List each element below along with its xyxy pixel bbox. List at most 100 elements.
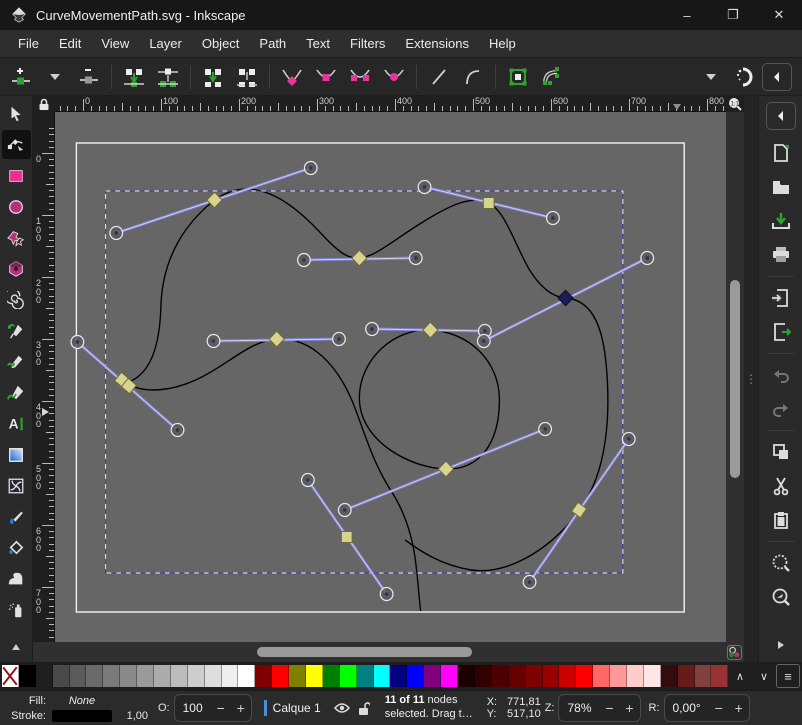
zoom-plus-button[interactable]: + [620, 695, 640, 721]
zoom-1-1-button[interactable]: 1:1 [726, 96, 744, 112]
collapse-toolbar-button[interactable] [762, 63, 792, 91]
swatch-#cdcdcd[interactable] [188, 665, 205, 687]
swatch-#804040[interactable] [695, 665, 712, 687]
menu-object[interactable]: Object [192, 31, 250, 56]
undo-button[interactable] [765, 360, 797, 390]
swatch-#4d0000[interactable] [492, 665, 509, 687]
swatch-#9a9a9a[interactable] [137, 665, 154, 687]
symmetric-node-button[interactable] [343, 62, 377, 92]
swatch-#ababab[interactable] [154, 665, 171, 687]
path-node-10[interactable] [341, 532, 352, 543]
canvas[interactable] [55, 112, 726, 642]
pen-tool[interactable] [2, 316, 31, 345]
swatch-#ff6666[interactable] [593, 665, 610, 687]
layer-lock-toggle[interactable] [353, 697, 375, 719]
swatch-#330d0d[interactable] [661, 665, 678, 687]
lock-guides-button[interactable] [33, 96, 55, 112]
insert-node-button[interactable] [4, 62, 38, 92]
minimize-button[interactable]: – [664, 0, 710, 30]
swatch-none[interactable] [2, 665, 19, 687]
copy-button[interactable] [765, 437, 797, 467]
fill-value[interactable]: None [52, 695, 112, 707]
opacity-minus-button[interactable]: − [211, 695, 231, 721]
swatch-#808000[interactable] [289, 665, 306, 687]
swatch-#993333[interactable] [711, 665, 728, 687]
palette-config-button[interactable]: ≡ [776, 664, 800, 688]
swatch-#ff9999[interactable] [610, 665, 627, 687]
swatch-#008080[interactable] [357, 665, 374, 687]
print-button[interactable] [765, 240, 797, 270]
rotation-spinner[interactable]: 0,00° − + [664, 694, 750, 722]
swatch-#ffcccc[interactable] [627, 665, 644, 687]
opacity-spinner[interactable]: 100 − + [174, 694, 252, 722]
palette-scroll-up-button[interactable]: ∧ [728, 664, 752, 688]
more-tools-button[interactable] [2, 632, 31, 661]
swatch-#7a7a7a[interactable] [103, 665, 120, 687]
rectangle-tool[interactable] [2, 161, 31, 190]
menu-file[interactable]: File [8, 31, 49, 56]
swatch-#bcbcbc[interactable] [171, 665, 188, 687]
swatch-#0000ff[interactable] [407, 665, 424, 687]
tweak-tool[interactable] [2, 564, 31, 593]
path-node-2[interactable] [483, 198, 494, 209]
open-document-button[interactable] [765, 172, 797, 202]
collapse-commands-button[interactable] [766, 102, 796, 130]
swatch-#800080[interactable] [424, 665, 441, 687]
menu-layer[interactable]: Layer [139, 31, 192, 56]
swatch-#ff00ff[interactable] [441, 665, 458, 687]
palette-scroll-down-button[interactable]: ∨ [752, 664, 776, 688]
swatch-#1f1f1f[interactable] [36, 665, 53, 687]
menu-text[interactable]: Text [296, 31, 340, 56]
mesh-gradient-tool[interactable] [2, 471, 31, 500]
swatch-#660000[interactable] [509, 665, 526, 687]
vertical-scrollbar[interactable] [726, 112, 744, 642]
menu-path[interactable]: Path [249, 31, 296, 56]
line-segment-button[interactable] [422, 62, 456, 92]
break-nodes-button[interactable] [196, 62, 230, 92]
curve-segment-button[interactable] [456, 62, 490, 92]
smooth-node-button[interactable] [309, 62, 343, 92]
paint-bucket-tool[interactable] [2, 533, 31, 562]
swatch-#ffff00[interactable] [306, 665, 323, 687]
delete-node-button[interactable] [72, 62, 106, 92]
swatch-#00ff00[interactable] [340, 665, 357, 687]
join-with-segment-button[interactable] [151, 62, 185, 92]
insert-node-dropdown[interactable] [38, 62, 72, 92]
fill-stroke-indicator[interactable]: Fill: None Stroke: 1,00 [0, 693, 148, 723]
more-commands-button[interactable] [765, 630, 797, 660]
swatch-#efefef[interactable] [222, 665, 239, 687]
swatch-#cc0000[interactable] [559, 665, 576, 687]
swatch-#000000[interactable] [19, 665, 36, 687]
swatch-#008000[interactable] [323, 665, 340, 687]
box-3d-tool[interactable] [2, 254, 31, 283]
stroke-color-swatch[interactable] [52, 710, 112, 722]
swatch-#990000[interactable] [543, 665, 560, 687]
paste-button[interactable] [765, 505, 797, 535]
menu-help[interactable]: Help [479, 31, 526, 56]
corner-node-button[interactable] [275, 62, 309, 92]
swatch-#6a6a6a[interactable] [86, 665, 103, 687]
maximize-button[interactable]: ❐ [710, 0, 756, 30]
vertical-ruler[interactable]: 0100200300400500600700 [33, 112, 55, 642]
spray-tool[interactable] [2, 595, 31, 624]
swatch-#8a8a8a[interactable] [120, 665, 137, 687]
dropper-tool[interactable] [2, 502, 31, 531]
zoom-spinner[interactable]: 78% − + [558, 694, 640, 722]
close-button[interactable]: ✕ [756, 0, 802, 30]
join-nodes-button[interactable] [117, 62, 151, 92]
swatch-#ffffff[interactable] [238, 665, 255, 687]
swatch-#ffe6e6[interactable] [644, 665, 661, 687]
zoom-drawing-button[interactable] [765, 582, 797, 612]
stroke-width-value[interactable]: 1,00 [112, 710, 148, 722]
swatch-#5a5a5a[interactable] [70, 665, 87, 687]
menu-edit[interactable]: Edit [49, 31, 91, 56]
zoom-minus-button[interactable]: − [600, 695, 620, 721]
rotation-minus-button[interactable]: − [709, 695, 729, 721]
x-entry-dropdown[interactable] [694, 62, 728, 92]
new-document-button[interactable] [765, 138, 797, 168]
save-document-button[interactable] [765, 206, 797, 236]
pencil-tool[interactable] [2, 347, 31, 376]
calligraphy-tool[interactable] [2, 378, 31, 407]
opacity-value[interactable]: 100 [175, 701, 211, 715]
text-tool[interactable]: A [2, 409, 31, 438]
